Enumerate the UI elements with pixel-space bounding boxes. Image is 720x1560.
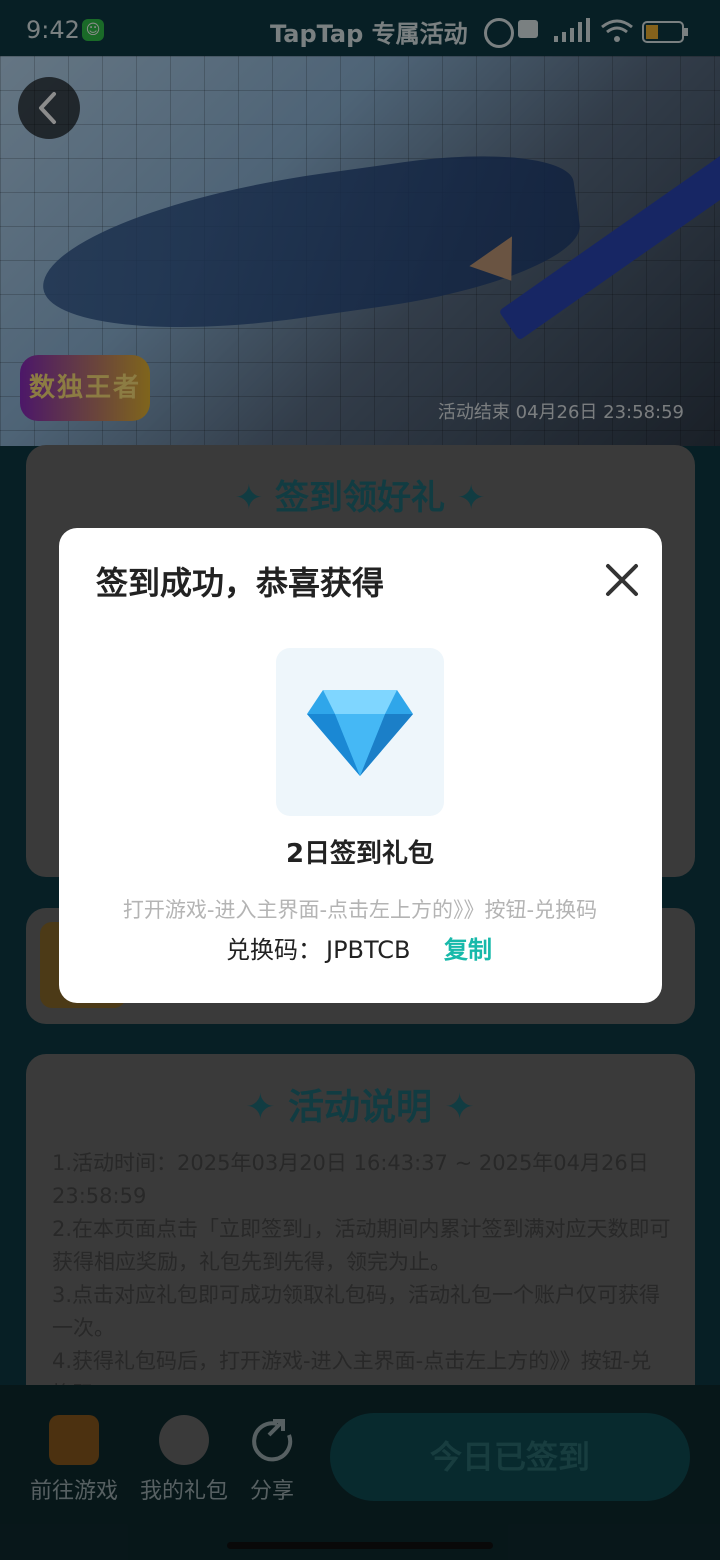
close-icon[interactable] <box>604 562 640 598</box>
redeem-code-line: 兑换码： JPBTCB <box>226 930 411 965</box>
redeem-hint: 打开游戏-进入主界面-点击左上方的》》按钮-兑换码 <box>122 898 598 922</box>
copy-button[interactable]: 复制 <box>444 930 492 965</box>
gift-name: 2日签到礼包 <box>285 839 435 869</box>
diamond-icon <box>307 690 413 776</box>
redeem-code-value: JPBTCB <box>326 936 411 964</box>
redeem-code-label: 兑换码： <box>226 936 322 964</box>
modal-title: 签到成功，恭喜获得 <box>96 564 385 602</box>
